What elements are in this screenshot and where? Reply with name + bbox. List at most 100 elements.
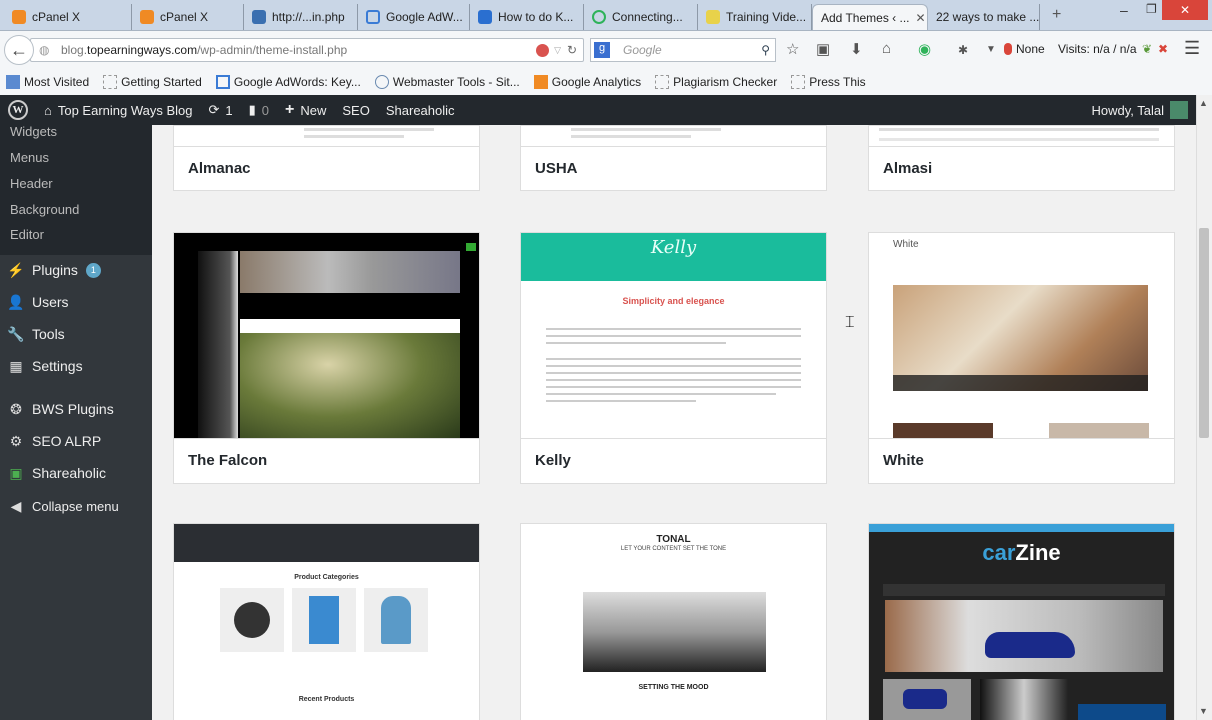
bookmark-plagiarism[interactable]: Plagiarism Checker [655, 75, 777, 89]
close-window-button[interactable]: ✕ [1162, 0, 1208, 20]
my-account-link[interactable]: Howdy, Talal [1084, 101, 1197, 119]
submenu-editor[interactable]: Editor [10, 227, 44, 242]
page-icon [103, 75, 118, 89]
bookmark-press-this[interactable]: Press This [791, 75, 866, 89]
stop-icon[interactable] [536, 43, 549, 57]
dropdown-icon[interactable]: ▼ [986, 44, 996, 55]
gear-icon: ⚙ [9, 432, 23, 449]
shareaholic-icon: ▣ [9, 464, 23, 481]
bookmark-adwords[interactable]: Google AdWords: Key... [215, 75, 361, 89]
comments-link[interactable]: ▮ 0 [241, 102, 277, 118]
theme-card-almanac[interactable]: Almanac [173, 125, 480, 191]
home-icon[interactable]: ⌂ [882, 40, 891, 57]
download-icon[interactable]: ⬇ [850, 40, 863, 58]
site-icon [252, 10, 266, 24]
theme-card-tonal[interactable]: TONAL LET YOUR CONTENT SET THE TONE SETT… [520, 523, 827, 720]
tab-php[interactable]: http://...in.php [244, 4, 358, 30]
avatar [1170, 101, 1188, 119]
reload-icon[interactable]: ↻ [567, 43, 577, 57]
sidebar-item-settings[interactable]: ▦ Settings [8, 358, 82, 375]
theme-card-usha[interactable]: USHA [520, 125, 827, 191]
bookmark-analytics[interactable]: Google Analytics [533, 75, 641, 89]
tab-training[interactable]: Training Vide... [698, 4, 812, 30]
arrow-icon [478, 10, 492, 24]
page-icon [655, 75, 670, 89]
preview-subheading: Recent Products [298, 696, 355, 703]
tab-22-ways[interactable]: 22 ways to make ... [928, 4, 1040, 30]
theme-screenshot [174, 126, 479, 146]
tab-cpanel-2[interactable]: cPanel X [132, 4, 244, 30]
new-tab-button[interactable]: + [1052, 6, 1061, 24]
tab-adwords[interactable]: Google AdW... [358, 4, 470, 30]
theme-card-the-falcon[interactable]: The Falcon [173, 232, 480, 484]
theme-card-shop[interactable]: Product Categories Recent Products [173, 523, 480, 720]
submenu-menus[interactable]: Menus [10, 150, 49, 165]
theme-card-kelly[interactable]: Kelly Simplicity and elegance Kelly [520, 232, 827, 484]
pin-icon [1004, 43, 1012, 55]
theme-name: The Falcon [174, 438, 479, 483]
theme-name: Almasi [869, 146, 1174, 190]
webmaster-icon [374, 75, 389, 89]
scrollbar-thumb[interactable] [1199, 228, 1209, 438]
cpanel-icon [12, 10, 26, 24]
theme-name: White [869, 438, 1174, 483]
plug-icon: ⚡ [7, 261, 25, 278]
seo-link[interactable]: SEO [334, 103, 377, 118]
scroll-down-icon[interactable]: ▼ [1199, 706, 1208, 716]
updates-link[interactable]: ⟳ 1 [201, 102, 241, 118]
clipboard-icon[interactable]: ▣ [816, 40, 830, 58]
dropdown-icon[interactable]: ▽ [554, 45, 561, 56]
bug-icon[interactable]: ✱ [958, 43, 968, 57]
page-icon [791, 75, 806, 89]
sidebar-item-users[interactable]: 👤 Users [7, 294, 68, 311]
addon-icon[interactable]: ◉ [918, 40, 931, 58]
addon-none[interactable]: None [1004, 42, 1045, 56]
sidebar-item-shareaholic[interactable]: ▣ Shareaholic [8, 464, 106, 482]
theme-screenshot [174, 233, 479, 438]
collapse-menu-button[interactable]: ◀ Collapse menu [8, 498, 119, 514]
sidebar-item-tools[interactable]: 🔧 Tools [7, 326, 64, 343]
submenu-widgets[interactable]: Widgets [10, 124, 57, 139]
restore-button[interactable]: ❐ [1146, 2, 1157, 16]
tab-cpanel-1[interactable]: cPanel X [4, 4, 132, 30]
bookmark-most-visited[interactable]: Most Visited [6, 75, 89, 89]
back-button[interactable]: ← [4, 35, 34, 65]
star-icon[interactable]: ☆ [786, 40, 799, 58]
close-tab-icon[interactable]: ✕ [915, 11, 925, 25]
theme-card-almasi[interactable]: Almasi [868, 125, 1175, 191]
shareaholic-link[interactable]: Shareaholic [378, 103, 463, 118]
tab-add-themes[interactable]: Add Themes ‹ ... ✕ [812, 4, 928, 30]
adwords-icon [215, 75, 230, 89]
plus-icon: + [285, 101, 295, 118]
tab-how-to[interactable]: How to do K... [470, 4, 584, 30]
theme-card-carzine[interactable]: carZine [868, 523, 1175, 720]
preview-tagline: LET YOUR CONTENT SET THE TONE [620, 546, 727, 552]
scroll-up-icon[interactable]: ▲ [1199, 98, 1208, 108]
theme-screenshot [869, 126, 1174, 146]
sidebar-item-plugins[interactable]: ⚡ Plugins 1 [7, 261, 101, 278]
menu-icon[interactable]: ☰ [1184, 38, 1200, 59]
bookmark-webmaster-tools[interactable]: Webmaster Tools - Sit... [374, 75, 520, 89]
wp-logo-menu[interactable]: W [0, 100, 36, 120]
theme-name: Almanac [174, 146, 479, 190]
cpanel-icon [140, 10, 154, 24]
frog-icon[interactable]: ❦ [1142, 42, 1152, 56]
preview-heading: Product Categories [294, 574, 359, 581]
submenu-header[interactable]: Header [10, 176, 53, 191]
preview-title: White [893, 239, 919, 250]
new-content-link[interactable]: + New [277, 101, 334, 119]
sidebar-item-seo-alrp[interactable]: ⚙ SEO ALRP [8, 432, 102, 450]
preview-heading: SETTING THE MOOD [638, 684, 709, 691]
x-addon-icon[interactable]: ✖ [1158, 42, 1168, 56]
theme-card-white[interactable]: White White [868, 232, 1175, 484]
tab-connecting[interactable]: Connecting... [584, 4, 698, 30]
visits-readout: Visits: n/a / n/a [1058, 42, 1137, 56]
sidebar-item-bws-plugins[interactable]: ❂ BWS Plugins [8, 401, 114, 418]
bookmark-getting-started[interactable]: Getting Started [103, 75, 202, 89]
search-input[interactable]: g Google ⚲ [590, 38, 776, 62]
search-icon[interactable]: ⚲ [761, 43, 770, 57]
site-name-link[interactable]: ⌂ Top Earning Ways Blog [36, 103, 201, 118]
minimize-button[interactable]: – [1120, 2, 1128, 18]
submenu-background[interactable]: Background [10, 202, 79, 217]
url-bar[interactable]: ◍ blog. topearningways.com/wp-admin/theme… [30, 38, 584, 62]
